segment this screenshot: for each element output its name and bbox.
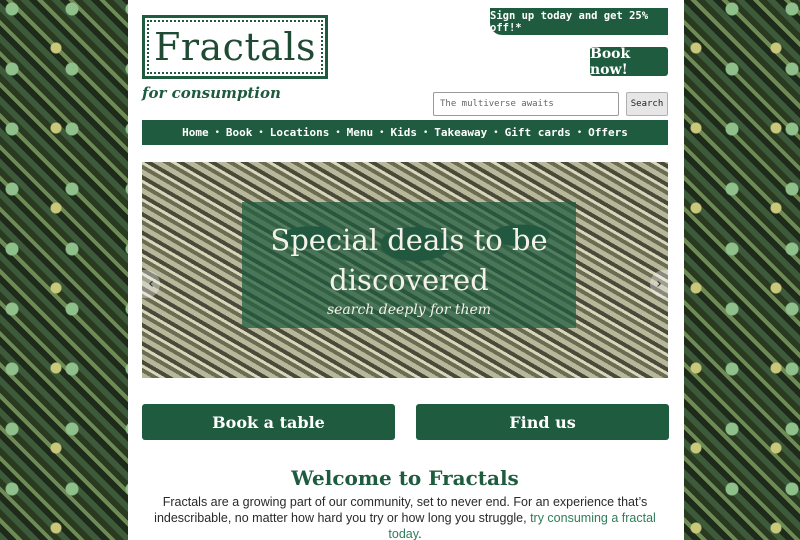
nav-separator: • bbox=[493, 127, 499, 138]
hero-title-line1: Special deals to be bbox=[270, 223, 548, 257]
search-button[interactable]: Search bbox=[626, 92, 668, 116]
nav-item-book[interactable]: Book bbox=[222, 126, 257, 139]
hero-title: Special deals to be discovered bbox=[242, 220, 576, 300]
hero-title-line2: discovered bbox=[329, 263, 489, 297]
site-logo[interactable]: Fractals bbox=[142, 15, 328, 79]
nav-item-kids[interactable]: Kids bbox=[386, 126, 421, 139]
signup-promo-banner[interactable]: Sign up today and get 25% off!* bbox=[490, 8, 668, 35]
chevron-right-icon[interactable]: › bbox=[650, 270, 668, 298]
nav-separator: • bbox=[576, 127, 583, 138]
fractal-background-right bbox=[684, 0, 800, 540]
welcome-intro: Fractals are a growing part of our commu… bbox=[142, 494, 668, 540]
page-container: Fractals for consumption Sign up today a… bbox=[128, 0, 684, 540]
main-nav: Home • Book • Locations • Menu • Kids • … bbox=[142, 120, 668, 145]
nav-item-home[interactable]: Home bbox=[178, 126, 213, 139]
nav-item-offers[interactable]: Offers bbox=[584, 126, 632, 139]
nav-separator: • bbox=[258, 127, 264, 138]
find-us-button[interactable]: Find us bbox=[416, 404, 669, 440]
nav-item-takeaway[interactable]: Takeaway bbox=[430, 126, 491, 139]
nav-separator: • bbox=[422, 127, 429, 138]
logo-tagline: for consumption bbox=[142, 84, 281, 102]
nav-item-gift-cards[interactable]: Gift cards bbox=[501, 126, 575, 139]
hero-subtitle: search deeply for them bbox=[326, 302, 492, 318]
hero-carousel: Special deals to be discovered search de… bbox=[142, 162, 668, 378]
nav-separator: • bbox=[335, 127, 341, 138]
intro-end: . bbox=[418, 527, 422, 540]
nav-separator: • bbox=[214, 127, 220, 138]
nav-separator: • bbox=[379, 127, 385, 138]
book-table-button[interactable]: Book a table bbox=[142, 404, 395, 440]
book-now-button[interactable]: Book now! bbox=[590, 46, 668, 78]
chevron-left-icon[interactable]: ‹ bbox=[142, 270, 160, 298]
search-input[interactable] bbox=[433, 92, 619, 116]
logo-text: Fractals bbox=[153, 25, 317, 69]
nav-item-menu[interactable]: Menu bbox=[343, 126, 378, 139]
welcome-heading: Welcome to Fractals bbox=[291, 466, 519, 490]
nav-item-locations[interactable]: Locations bbox=[266, 126, 334, 139]
fractal-background-left bbox=[0, 0, 128, 540]
